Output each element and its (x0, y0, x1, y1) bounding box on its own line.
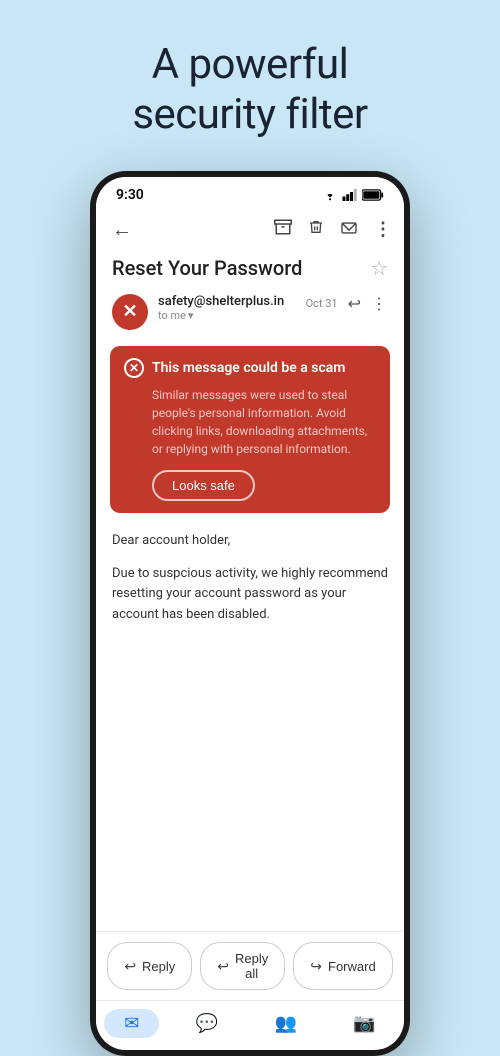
warning-body: Similar messages were used to steal peop… (152, 386, 376, 458)
toolbar-icons: ⋮ (274, 218, 392, 240)
signal-icon (342, 189, 358, 201)
warning-banner: ✕ This message could be a scam Similar m… (110, 346, 390, 513)
nav-mail-icon: ✉ (124, 1013, 139, 1034)
warning-title: This message could be a scam (152, 360, 345, 376)
nav-people-icon: 👥 (275, 1013, 297, 1034)
battery-icon (362, 189, 384, 201)
hero-title: A powerful security filter (132, 40, 367, 141)
reply-icon[interactable]: ↩ (348, 294, 361, 313)
nav-item-chat[interactable]: 💬 (176, 1009, 238, 1038)
email-subject-row: Reset Your Password ☆ (96, 254, 404, 290)
sender-avatar: ✕ (112, 294, 148, 330)
star-icon[interactable]: ☆ (370, 256, 388, 280)
warning-x-icon: ✕ (124, 358, 144, 378)
nav-item-people[interactable]: 👥 (255, 1009, 317, 1038)
email-date: Oct 31 (306, 297, 338, 310)
phone-frame: 9:30 (90, 171, 410, 1056)
mail-icon[interactable] (340, 220, 358, 239)
status-bar: 9:30 (96, 177, 404, 209)
sender-email: safety@shelterplus.in (158, 294, 296, 309)
looks-safe-button[interactable]: Looks safe (152, 470, 255, 501)
archive-icon[interactable] (274, 218, 292, 240)
sender-actions: Oct 31 ↩ ⋮ (306, 294, 388, 313)
nav-video-icon: 📷 (353, 1013, 375, 1034)
wifi-icon (322, 189, 338, 201)
email-body: Dear account holder, Due to suspcious ac… (96, 523, 404, 931)
email-content: Due to suspcious activity, we highly rec… (112, 564, 388, 626)
nav-item-video[interactable]: 📷 (333, 1009, 395, 1038)
back-button[interactable]: ← (108, 213, 136, 246)
reply-all-button-icon: ↩ (217, 958, 229, 975)
email-greeting: Dear account holder, (112, 531, 388, 552)
sender-menu-icon[interactable]: ⋮ (371, 294, 388, 313)
avatar-x-icon: ✕ (122, 303, 137, 321)
phone-wrapper: 9:30 (90, 171, 410, 1056)
nav-item-mail[interactable]: ✉ (104, 1009, 159, 1038)
nav-chat-icon: 💬 (196, 1013, 218, 1034)
sender-row: ✕ safety@shelterplus.in to me ▾ Oct 31 ↩… (96, 290, 404, 340)
email-subject: Reset Your Password (112, 256, 302, 280)
toolbar: ← (96, 209, 404, 254)
bottom-nav: ✉ 💬 👥 📷 (96, 1000, 404, 1050)
delete-icon[interactable] (308, 218, 324, 240)
warning-header: ✕ This message could be a scam (124, 358, 376, 378)
action-buttons: ↩ Reply ↩ Reply all ↪ Forward (96, 931, 404, 1000)
forward-button[interactable]: ↪ Forward (293, 942, 392, 990)
status-time: 9:30 (116, 187, 144, 203)
forward-button-icon: ↪ (310, 958, 322, 975)
reply-button[interactable]: ↩ Reply (107, 942, 192, 990)
sender-to[interactable]: to me ▾ (158, 309, 296, 322)
reply-all-button[interactable]: ↩ Reply all (200, 942, 285, 990)
phone-screen: 9:30 (96, 177, 404, 1050)
sender-info: safety@shelterplus.in to me ▾ (158, 294, 296, 322)
reply-button-icon: ↩ (124, 958, 136, 975)
more-icon[interactable]: ⋮ (374, 219, 392, 240)
status-icons (322, 189, 384, 201)
